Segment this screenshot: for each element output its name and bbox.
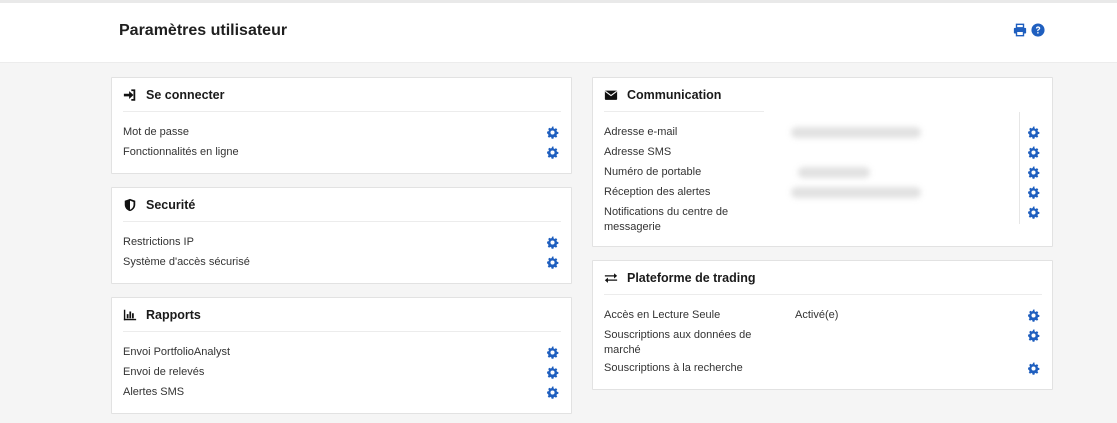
setting-label-secure-access: Système d'accès sécurisé xyxy=(123,256,250,268)
setting-label-portfolioanalyst: Envoi PortfolioAnalyst xyxy=(123,346,230,358)
panel-title: Se connecter xyxy=(146,87,225,102)
setting-label-alert-reception: Réception des alertes xyxy=(604,186,711,198)
envelope-icon xyxy=(604,90,618,100)
setting-label-mobile: Numéro de portable xyxy=(604,166,702,178)
redacted-email-value xyxy=(791,127,921,138)
settings-gear-message-center[interactable] xyxy=(1027,206,1040,219)
page-title: Paramètres utilisateur xyxy=(119,22,288,39)
setting-label-market-data-line2: marché xyxy=(604,344,641,356)
setting-label-online-features: Fonctionnalités en ligne xyxy=(123,146,239,158)
redacted-mobile-value xyxy=(798,167,870,178)
setting-label-statements: Envoi de relevés xyxy=(123,366,205,378)
sign-in-icon xyxy=(123,88,136,101)
settings-gear-mobile[interactable] xyxy=(1027,166,1040,179)
setting-label-message-center-line1: Notifications du centre de xyxy=(604,206,729,218)
setting-label-message-center-line2: messagerie xyxy=(604,221,661,233)
help-icon[interactable] xyxy=(1031,23,1045,37)
settings-gear-alert-reception[interactable] xyxy=(1027,186,1040,199)
panel-communication-header: Communication xyxy=(604,78,764,112)
settings-gear-research[interactable] xyxy=(1027,362,1040,375)
settings-gear-portfolioanalyst[interactable] xyxy=(546,346,559,359)
column-divider xyxy=(1019,112,1020,224)
settings-gear-sms-address[interactable] xyxy=(1027,146,1040,159)
page-header: Paramètres utilisateur xyxy=(0,3,1117,63)
read-only-status-value: Activé(e) xyxy=(795,309,839,321)
setting-label-read-only: Accès en Lecture Seule xyxy=(604,309,721,321)
setting-label-sms-address: Adresse SMS xyxy=(604,146,672,158)
settings-gear-secure-access[interactable] xyxy=(546,256,559,269)
setting-label-email: Adresse e-mail xyxy=(604,126,678,138)
redacted-alert-value xyxy=(791,187,921,198)
header-actions xyxy=(1013,23,1045,37)
settings-gear-statements[interactable] xyxy=(546,366,559,379)
panel-title: Plateforme de trading xyxy=(627,270,756,285)
panel-title: Securité xyxy=(146,197,196,212)
settings-gear-sms-alerts[interactable] xyxy=(546,386,559,399)
settings-gear-online-features[interactable] xyxy=(546,146,559,159)
exchange-icon xyxy=(604,272,618,283)
panel-reports: Rapports Envoi PortfolioAnalyst Envoi de… xyxy=(111,297,572,414)
panel-security-header: Securité xyxy=(123,188,561,222)
panel-communication: Communication Adresse e-mail Adresse SMS… xyxy=(592,77,1053,247)
settings-gear-password[interactable] xyxy=(546,126,559,139)
panel-trading: Plateforme de trading Accès en Lecture S… xyxy=(592,260,1053,390)
bar-chart-icon xyxy=(123,309,137,320)
panel-connect: Se connecter Mot de passe Fonctionnalité… xyxy=(111,77,572,174)
panel-title: Rapports xyxy=(146,307,201,322)
settings-gear-read-only[interactable] xyxy=(1027,309,1040,322)
setting-label-password: Mot de passe xyxy=(123,126,190,138)
panel-trading-header: Plateforme de trading xyxy=(604,261,1042,295)
panel-security: Securité Restrictions IP Système d'accès… xyxy=(111,187,572,284)
setting-label-ip-restrictions: Restrictions IP xyxy=(123,236,194,248)
setting-label-market-data-line1: Souscriptions aux données de xyxy=(604,329,752,341)
panel-title: Communication xyxy=(627,87,722,102)
settings-gear-market-data[interactable] xyxy=(1027,329,1040,342)
setting-label-research: Souscriptions à la recherche xyxy=(604,362,743,374)
settings-gear-email[interactable] xyxy=(1027,126,1040,139)
panel-reports-header: Rapports xyxy=(123,298,561,332)
shield-icon xyxy=(124,198,136,211)
print-icon[interactable] xyxy=(1013,23,1027,37)
panel-connect-header: Se connecter xyxy=(123,78,561,112)
setting-label-sms-alerts: Alertes SMS xyxy=(123,386,185,398)
settings-gear-ip-restrictions[interactable] xyxy=(546,236,559,249)
